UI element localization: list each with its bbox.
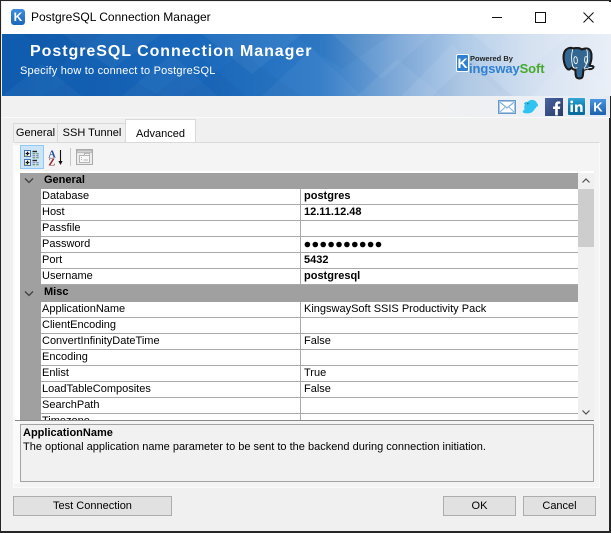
svg-text:K: K: [593, 100, 603, 115]
svg-text:Z: Z: [48, 158, 55, 168]
